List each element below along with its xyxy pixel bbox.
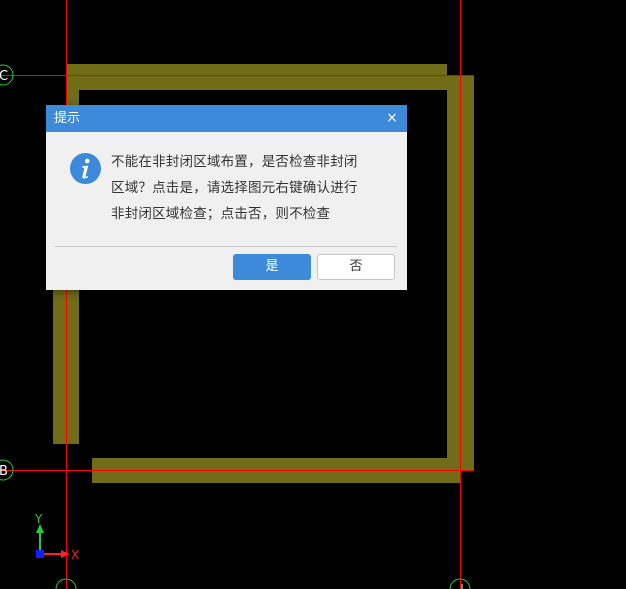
yes-button[interactable]: 是 [233, 254, 311, 280]
dialog-title: 提示 [54, 111, 81, 126]
wall-left-upper [66, 64, 79, 109]
dialog-divider [55, 246, 397, 247]
close-icon[interactable]: × [383, 108, 401, 128]
cad-drawing: C B [0, 0, 474, 589]
wall-top-inner [66, 78, 447, 90]
message-line: 不能在非封闭区域布置，是否检查非封闭 [111, 154, 358, 170]
no-button[interactable]: 否 [317, 254, 395, 280]
ucs-x-arrow [61, 550, 70, 558]
message-line: 区域？点击是，请选择图元右键确认进行 [111, 180, 358, 196]
wall-inner-black [79, 90, 447, 100]
dialog-message: 不能在非封闭区域布置，是否检查非封闭 区域？点击是，请选择图元右键确认进行 非封… [111, 149, 381, 227]
axis-bubble-c-label: C [0, 69, 8, 84]
prompt-dialog: 提示 × 不能在非封闭区域布置，是否检查非封闭 区域？点击是，请选择图元右键确认… [46, 105, 407, 290]
axis-bubble-b-label: B [0, 464, 8, 479]
message-line: 非封闭区域检查；点击否，则不检查 [111, 206, 331, 222]
ucs-origin [36, 550, 44, 558]
dialog-titlebar[interactable]: 提示 × [46, 105, 407, 132]
drawing-canvas[interactable]: C B Y X [0, 0, 626, 589]
ucs-x-label: X [71, 548, 80, 562]
ucs-icon [36, 524, 70, 558]
info-icon [70, 153, 101, 184]
ucs-y-label: Y [35, 512, 43, 526]
